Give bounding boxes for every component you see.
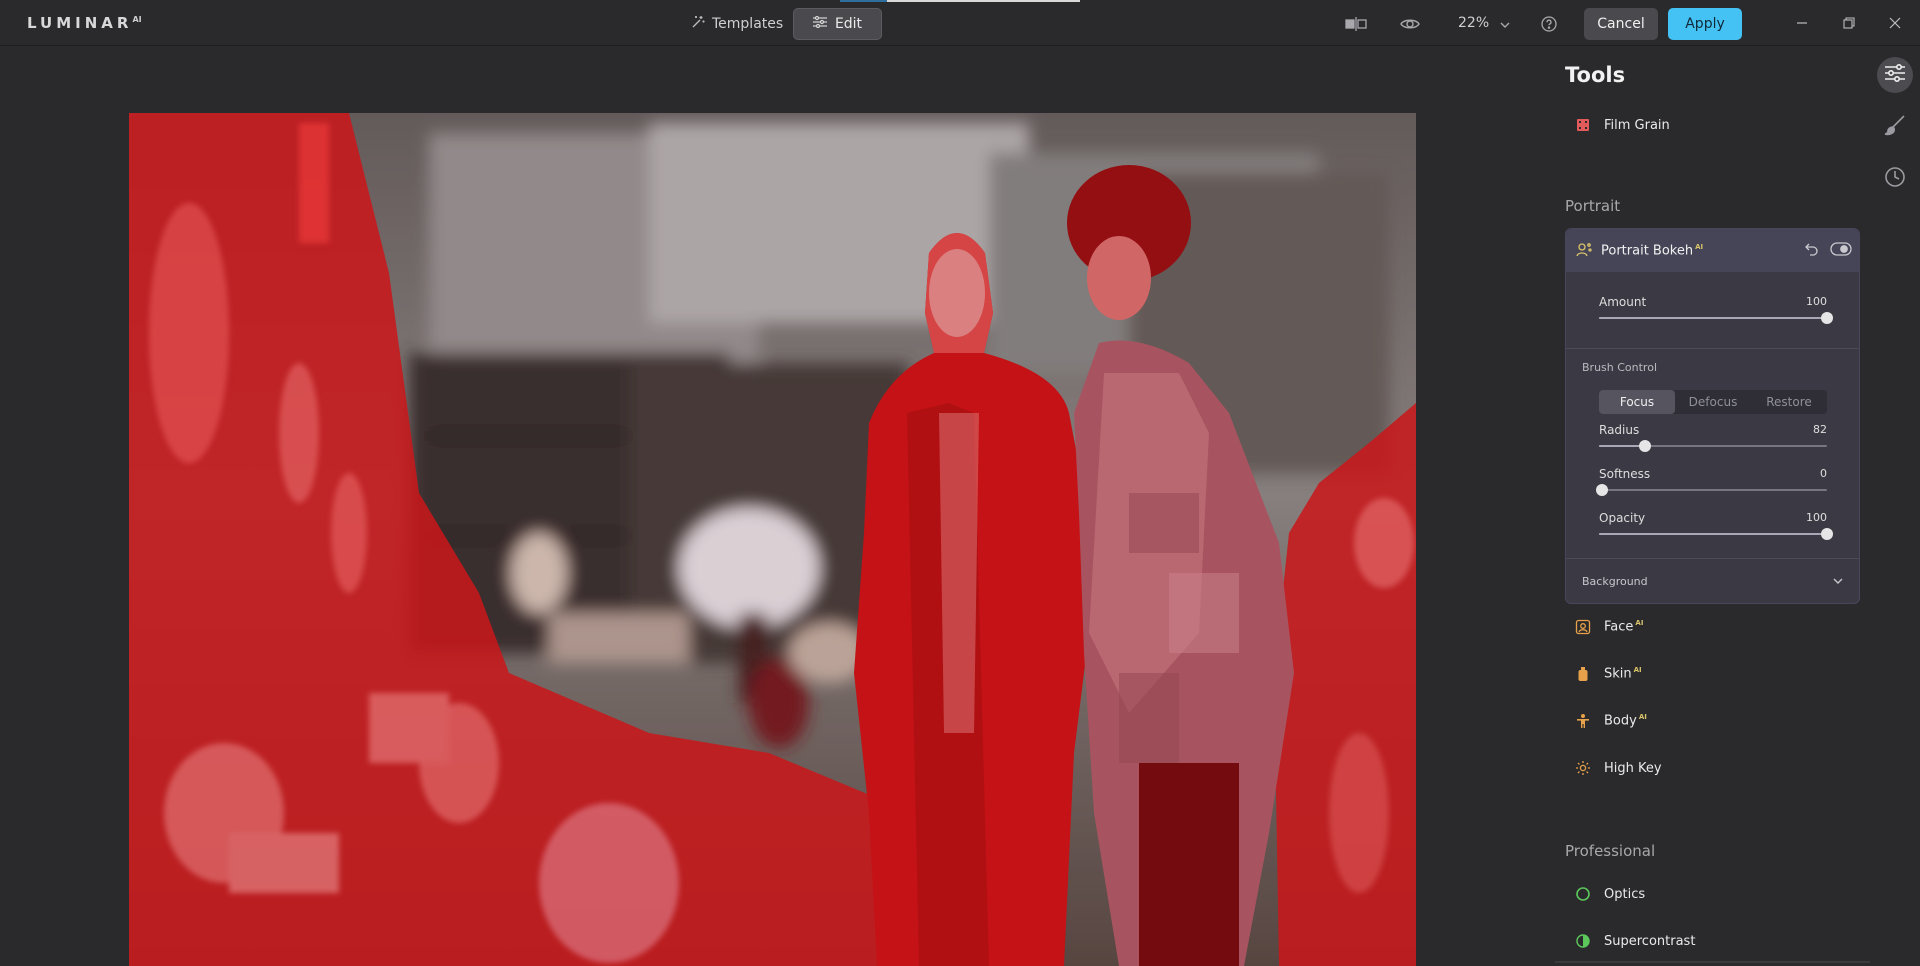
undo-icon[interactable]	[1804, 241, 1820, 261]
body-icon	[1574, 712, 1592, 730]
tool-label: Skin AI	[1604, 666, 1642, 682]
opacity-value: 100	[1806, 511, 1827, 524]
tool-label: Optics	[1604, 886, 1646, 902]
background-label: Background	[1582, 574, 1648, 588]
load-progress-bar	[840, 0, 1080, 2]
face-icon	[1574, 618, 1592, 636]
tools-panel: Tools Film Grain Portrait Portrait Bokeh…	[1541, 47, 1870, 966]
slider-knob[interactable]	[1596, 484, 1608, 496]
sliders-icon	[812, 15, 827, 32]
slider-knob[interactable]	[1821, 528, 1833, 540]
tool-optics[interactable]: Optics	[1574, 882, 1645, 906]
edit-tab[interactable]: Edit	[793, 8, 882, 40]
panel-title: Tools	[1565, 63, 1626, 87]
section-portrait: Portrait	[1565, 197, 1621, 215]
slider-knob[interactable]	[1821, 312, 1833, 324]
tool-label: High Key	[1604, 760, 1662, 776]
templates-label: Templates	[712, 16, 784, 32]
brush-rail-button[interactable]	[1877, 109, 1913, 145]
tool-label: Film Grain	[1604, 117, 1670, 133]
toggle-eye-icon[interactable]	[1830, 241, 1852, 261]
amount-value: 100	[1806, 295, 1827, 308]
zoom-level[interactable]: 22%	[1458, 15, 1489, 31]
mode-focus[interactable]: Focus	[1599, 390, 1675, 414]
tool-film-grain[interactable]: Film Grain	[1574, 113, 1670, 137]
canvas-area[interactable]	[0, 47, 1541, 966]
close-icon[interactable]	[1883, 12, 1907, 34]
radius-value: 82	[1813, 423, 1827, 436]
history-rail-button[interactable]	[1877, 161, 1913, 197]
eye-icon[interactable]	[1399, 13, 1421, 35]
opacity-label: Opacity	[1599, 511, 1646, 525]
edit-label: Edit	[834, 16, 863, 32]
help-icon[interactable]	[1538, 13, 1560, 35]
contrast-icon	[1574, 932, 1592, 950]
portrait-bokeh-title: Portrait Bokeh AI	[1601, 243, 1704, 259]
photo-with-mask-overlay	[129, 113, 1416, 966]
portrait-bokeh-header[interactable]: Portrait Bokeh AI	[1566, 229, 1859, 272]
sliders-icon	[1884, 63, 1906, 86]
history-icon	[1884, 166, 1906, 192]
amount-label: Amount	[1599, 295, 1647, 309]
photo-canvas[interactable]	[129, 113, 1416, 966]
bokeh-icon	[1575, 241, 1593, 263]
radius-label: Radius	[1599, 423, 1640, 437]
compare-icon[interactable]	[1345, 13, 1367, 35]
tool-supercontrast[interactable]: Supercontrast	[1574, 929, 1695, 953]
skin-icon	[1574, 665, 1592, 683]
tool-high-key[interactable]: High Key	[1574, 756, 1662, 780]
right-rail	[1870, 47, 1920, 966]
magic-wand-icon	[690, 14, 706, 34]
film-icon	[1574, 116, 1592, 134]
portrait-bokeh-panel: Portrait Bokeh AI Amount 100 Brush Contro…	[1565, 228, 1860, 604]
restore-icon[interactable]	[1837, 12, 1861, 34]
apply-button[interactable]: Apply	[1668, 8, 1742, 40]
mode-restore[interactable]: Restore	[1751, 390, 1827, 414]
background-expander[interactable]: Background	[1582, 569, 1844, 593]
section-professional: Professional	[1565, 842, 1656, 860]
tools-rail-button[interactable]	[1877, 57, 1913, 93]
mode-defocus[interactable]: Defocus	[1675, 390, 1751, 414]
softness-value: 0	[1820, 467, 1827, 480]
app-logo: LUMINARAI	[27, 14, 142, 32]
slider-knob[interactable]	[1638, 440, 1651, 452]
tool-skin[interactable]: Skin AI	[1574, 662, 1642, 686]
sun-icon	[1574, 759, 1592, 777]
tool-label: Face AI	[1604, 619, 1644, 635]
tool-label: Supercontrast	[1604, 933, 1696, 949]
cancel-button[interactable]: Cancel	[1584, 8, 1658, 40]
tool-label: Body AI	[1604, 713, 1647, 729]
brush-mode-selector[interactable]: Focus Defocus Restore	[1599, 390, 1827, 414]
optics-icon	[1574, 885, 1592, 903]
chevron-down-icon[interactable]	[1494, 14, 1516, 36]
templates-tab[interactable]: Templates	[686, 9, 787, 39]
softness-label: Softness	[1599, 467, 1651, 481]
top-bar: LUMINARAI Templates Edit 22% Cancel Appl…	[0, 0, 1920, 46]
chevron-down-icon	[1832, 575, 1844, 588]
tool-body[interactable]: Body AI	[1574, 709, 1647, 733]
minimize-icon[interactable]	[1790, 12, 1814, 34]
brush-icon	[1884, 114, 1906, 140]
tool-face[interactable]: Face AI	[1574, 615, 1643, 639]
panel-scroll-indicator[interactable]	[1555, 961, 1871, 963]
brush-control-label: Brush Control	[1582, 361, 1658, 374]
